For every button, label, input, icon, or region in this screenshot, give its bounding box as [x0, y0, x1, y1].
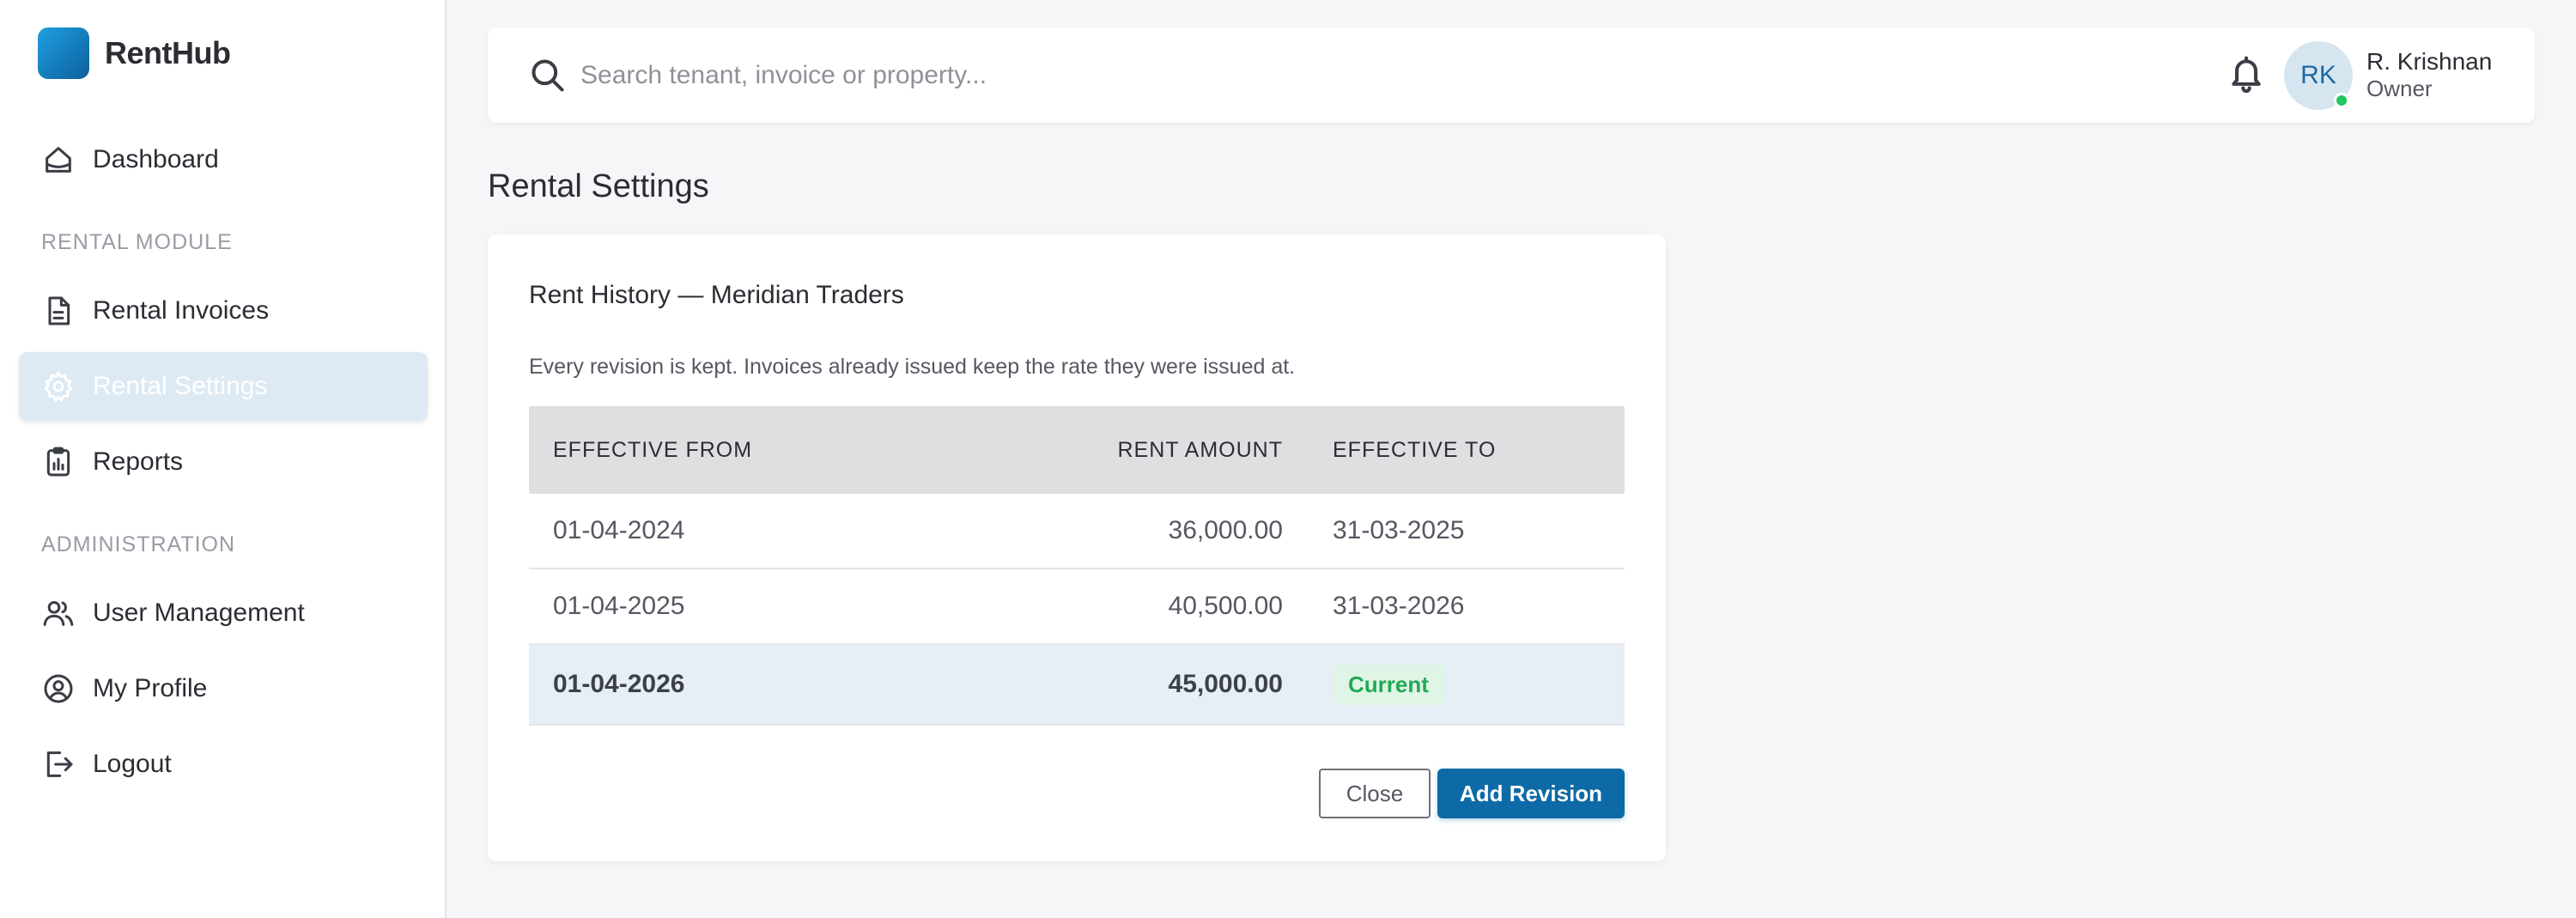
user-circle-icon: [41, 672, 76, 706]
sidebar-item-user-management[interactable]: User Management: [19, 579, 428, 647]
cell-rent-amount: 40,500.00: [1168, 592, 1283, 620]
sidebar-item-dashboard[interactable]: Dashboard: [19, 125, 428, 194]
sidebar-item-logout[interactable]: Logout: [19, 730, 428, 799]
search-icon[interactable]: [529, 57, 567, 94]
rent-history-table: EFFECTIVE FROM RENT AMOUNT EFFECTIVE TO …: [529, 406, 1625, 726]
users-icon: [41, 596, 76, 630]
brand-logo: [38, 27, 89, 79]
top-bar: RK R. Krishnan Owner: [488, 27, 2535, 123]
table-row: 01-04-2024 36,000.00 31-03-2025: [529, 494, 1625, 569]
close-button[interactable]: Close: [1319, 769, 1431, 818]
card-title: Rent History — Meridian Traders: [529, 281, 904, 309]
column-header-effective-from: EFFECTIVE FROM: [553, 437, 753, 462]
section-label-administration: ADMINISTRATION: [41, 532, 236, 556]
column-header-rent-amount: RENT AMOUNT: [1117, 437, 1283, 462]
sidebar-item-label: Reports: [93, 447, 184, 476]
sidebar-item-rental-settings[interactable]: Rental Settings: [19, 352, 428, 421]
table-row: 01-04-2025 40,500.00 31-03-2026: [529, 569, 1625, 645]
gear-icon: [41, 369, 76, 404]
sidebar-item-reports[interactable]: Reports: [19, 428, 428, 496]
brand-name: RentHub: [105, 35, 231, 70]
invoice-icon: [41, 294, 76, 328]
clipboard-chart-icon: [41, 445, 76, 479]
cell-effective-to: Current: [1283, 664, 1444, 705]
online-status-dot: [2334, 93, 2349, 108]
bell-icon[interactable]: [2227, 53, 2265, 94]
user-role: Owner: [2366, 76, 2433, 101]
current-status-badge: Current: [1333, 664, 1444, 705]
brand[interactable]: RentHub: [38, 27, 231, 79]
cell-effective-to: 31-03-2026: [1333, 592, 1465, 620]
cell-rent-amount: 45,000.00: [1168, 670, 1283, 698]
column-header-effective-to: EFFECTIVE TO: [1333, 437, 1497, 462]
home-icon: [41, 143, 76, 177]
cell-effective-to: 31-03-2025: [1333, 516, 1465, 544]
sidebar-item-rental-invoices[interactable]: Rental Invoices: [19, 277, 428, 345]
cell-effective-from: 01-04-2025: [553, 592, 685, 620]
user-name[interactable]: R. Krishnan: [2366, 48, 2492, 76]
search-input[interactable]: [580, 52, 2126, 100]
cell-effective-from: 01-04-2024: [553, 516, 685, 544]
cell-rent-amount: 36,000.00: [1168, 516, 1283, 544]
logout-icon: [41, 747, 76, 781]
sidebar-item-label: User Management: [93, 599, 305, 627]
table-row-current: 01-04-2026 45,000.00 Current: [529, 645, 1625, 726]
page-title: Rental Settings: [488, 168, 709, 204]
card-description: Every revision is kept. Invoices already…: [529, 355, 1296, 379]
sidebar-item-label: Rental Invoices: [93, 296, 270, 325]
sidebar-item-label: My Profile: [93, 674, 208, 702]
section-label-rental-module: RENTAL MODULE: [41, 230, 233, 254]
table-header: EFFECTIVE FROM RENT AMOUNT EFFECTIVE TO: [529, 406, 1625, 494]
add-revision-button[interactable]: Add Revision: [1437, 769, 1625, 818]
sidebar-item-my-profile[interactable]: My Profile: [19, 654, 428, 723]
sidebar-item-label: Rental Settings: [93, 372, 268, 400]
cell-effective-from: 01-04-2026: [553, 670, 685, 698]
sidebar-item-label: Logout: [93, 750, 172, 778]
sidebar-item-label: Dashboard: [93, 145, 219, 173]
rent-history-card: Rent History — Meridian Traders Every re…: [488, 234, 1666, 861]
sidebar: RentHub Dashboard RENTAL MODULE Rental I…: [0, 0, 447, 918]
